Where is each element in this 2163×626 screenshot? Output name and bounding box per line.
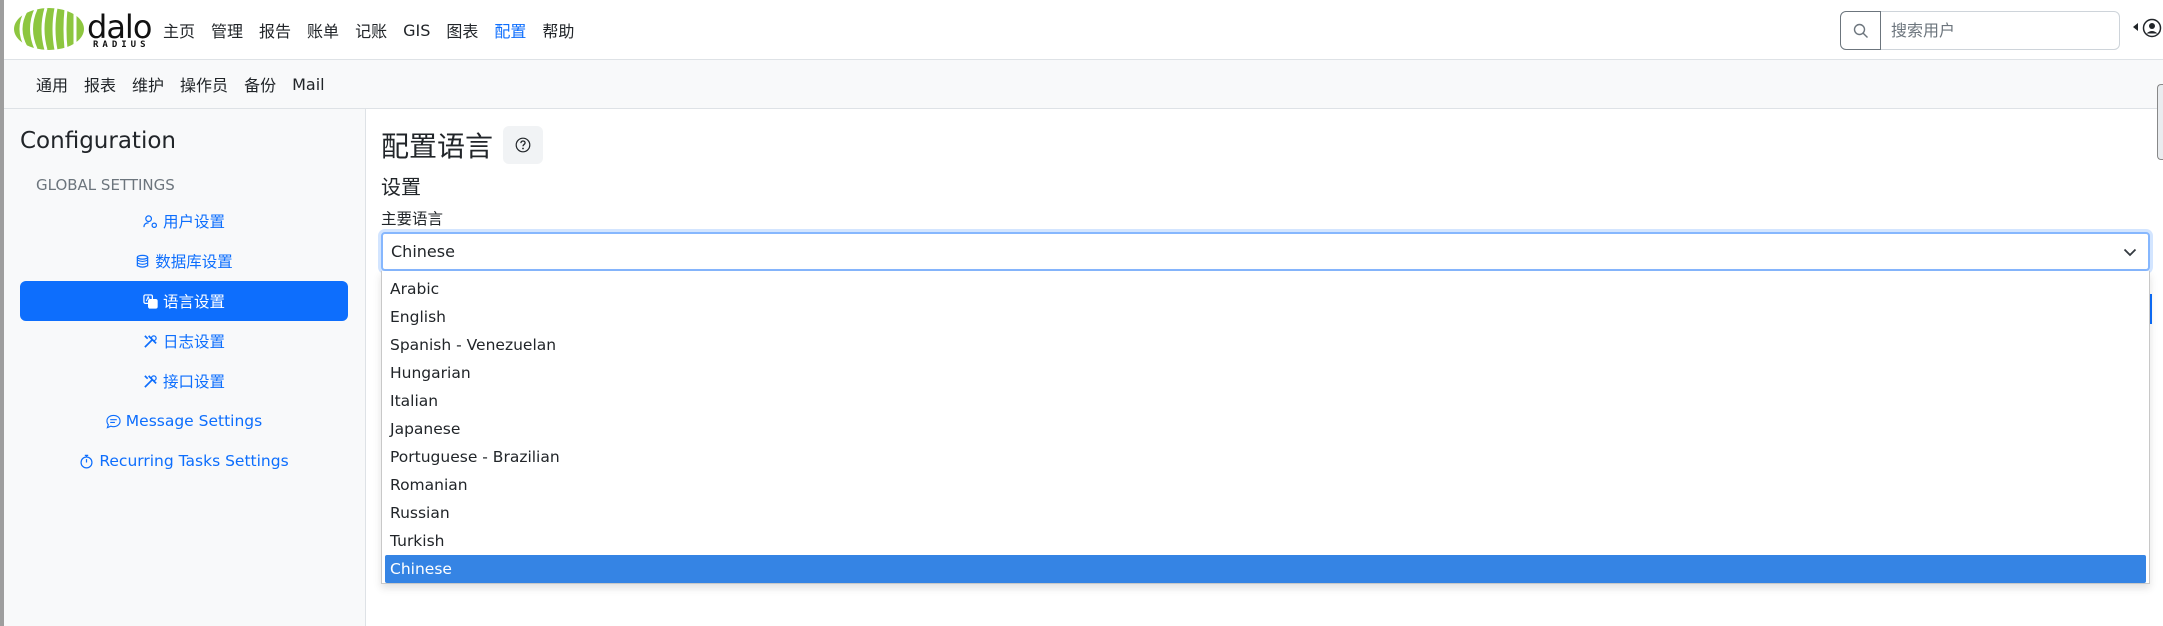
language-dropdown-list: Arabic English Spanish - Venezuelan Hung… xyxy=(381,271,2150,584)
caret-left-icon[interactable] xyxy=(2133,23,2138,31)
language-select[interactable]: Chinese xyxy=(381,232,2150,271)
tools-icon xyxy=(144,334,157,348)
question-circle-icon xyxy=(515,137,531,153)
nav-help[interactable]: 帮助 xyxy=(542,18,574,42)
sidebar-item-label: 语言设置 xyxy=(162,293,225,311)
language-field-label: 主要语言 xyxy=(381,210,444,228)
dropdown-option-romanian[interactable]: Romanian xyxy=(382,471,2149,499)
sidebar-item-interface-settings[interactable]: 接口设置 xyxy=(20,361,348,401)
sidebar-item-label: 接口设置 xyxy=(162,373,225,391)
dropdown-option-hungarian[interactable]: Hungarian xyxy=(382,359,2149,387)
logo-icon xyxy=(14,7,84,51)
subnav-reporting[interactable]: 报表 xyxy=(84,72,116,96)
nav-home[interactable]: 主页 xyxy=(163,18,195,42)
person-circle-icon xyxy=(2142,18,2162,38)
sidebar-item-log-settings[interactable]: 日志设置 xyxy=(20,321,348,361)
sidebar-item-label: Recurring Tasks Settings xyxy=(99,452,289,470)
user-menu[interactable] xyxy=(2142,18,2162,42)
subnav-operators[interactable]: 操作员 xyxy=(180,72,228,96)
dropdown-option-italian[interactable]: Italian xyxy=(382,387,2149,415)
help-button[interactable] xyxy=(503,126,544,164)
search-icon xyxy=(1853,23,1868,38)
dropdown-option-arabic[interactable]: Arabic xyxy=(382,275,2149,303)
dropdown-option-chinese[interactable]: Chinese xyxy=(385,555,2146,583)
dropdown-option-russian[interactable]: Russian xyxy=(382,499,2149,527)
search-group xyxy=(1840,11,2120,50)
page-title: 配置语言 xyxy=(381,125,544,165)
section-title: 设置 xyxy=(381,175,421,199)
tools-icon xyxy=(144,374,157,388)
subnav-general[interactable]: 通用 xyxy=(36,72,68,96)
brand-sub: RADIUS xyxy=(93,40,150,50)
dropdown-option-spanish-venezuelan[interactable]: Spanish - Venezuelan xyxy=(382,331,2149,359)
main-nav: 主页 管理 报告 账单 记账 GIS 图表 配置 帮助 xyxy=(163,0,590,60)
sidebar-title: Configuration xyxy=(20,128,176,154)
chat-icon xyxy=(106,414,121,429)
search-input[interactable] xyxy=(1881,11,2120,50)
sidebar-item-label: 用户设置 xyxy=(162,213,225,231)
sidebar-item-language-settings[interactable]: 语言设置 xyxy=(20,281,348,321)
sidebar-section-label: GLOBAL SETTINGS xyxy=(36,176,175,194)
sidebar-item-label: 数据库设置 xyxy=(155,253,233,271)
sidebar-item-label: 日志设置 xyxy=(162,333,225,351)
subnav-mail[interactable]: Mail xyxy=(292,75,325,94)
main-content: 配置语言 设置 主要语言 Chinese Arabic English Span… xyxy=(381,109,2152,626)
brand-logo[interactable]: dalo RADIUS xyxy=(12,6,156,52)
sidebar: Configuration GLOBAL SETTINGS 用户设置 数据库设置 xyxy=(4,109,366,626)
sidebar-item-database-settings[interactable]: 数据库设置 xyxy=(20,241,348,281)
sidebar-item-message-settings[interactable]: Message Settings xyxy=(20,401,348,441)
top-navbar: dalo RADIUS 主页 管理 报告 账单 记账 GIS 图表 配置 帮助 xyxy=(4,0,2163,60)
database-icon xyxy=(136,254,149,268)
sidebar-item-user-settings[interactable]: 用户设置 xyxy=(20,201,348,241)
nav-graphs[interactable]: 图表 xyxy=(446,18,478,42)
nav-config[interactable]: 配置 xyxy=(494,18,526,42)
dropdown-option-japanese[interactable]: Japanese xyxy=(382,415,2149,443)
page-title-text: 配置语言 xyxy=(381,130,494,163)
nav-billing[interactable]: 账单 xyxy=(307,18,339,42)
stopwatch-icon xyxy=(80,454,93,468)
search-button[interactable] xyxy=(1840,11,1881,50)
subnav-backup[interactable]: 备份 xyxy=(244,72,276,96)
dropdown-option-english[interactable]: English xyxy=(382,303,2149,331)
subnav-maintenance[interactable]: 维护 xyxy=(132,72,164,96)
nav-gis[interactable]: GIS xyxy=(403,21,430,40)
nav-accounting[interactable]: 记账 xyxy=(355,18,387,42)
dropdown-option-portuguese-brazilian[interactable]: Portuguese - Brazilian xyxy=(382,443,2149,471)
person-gear-icon xyxy=(143,214,157,228)
translate-icon xyxy=(143,293,158,309)
chevron-down-icon xyxy=(2123,248,2137,257)
sub-navbar: 通用 报表 维护 操作员 备份 Mail xyxy=(4,60,2163,109)
nav-manage[interactable]: 管理 xyxy=(211,18,243,42)
sidebar-items: 用户设置 数据库设置 语言设置 日志设置 接口设置 Message Settin… xyxy=(20,201,348,481)
edge-scroll-handle[interactable] xyxy=(2157,84,2163,160)
sidebar-item-label: Message Settings xyxy=(125,412,263,430)
dropdown-option-turkish[interactable]: Turkish xyxy=(382,527,2149,555)
nav-reports[interactable]: 报告 xyxy=(259,18,291,42)
sidebar-item-recurring-tasks-settings[interactable]: Recurring Tasks Settings xyxy=(20,441,348,481)
language-select-value: Chinese xyxy=(391,242,455,261)
